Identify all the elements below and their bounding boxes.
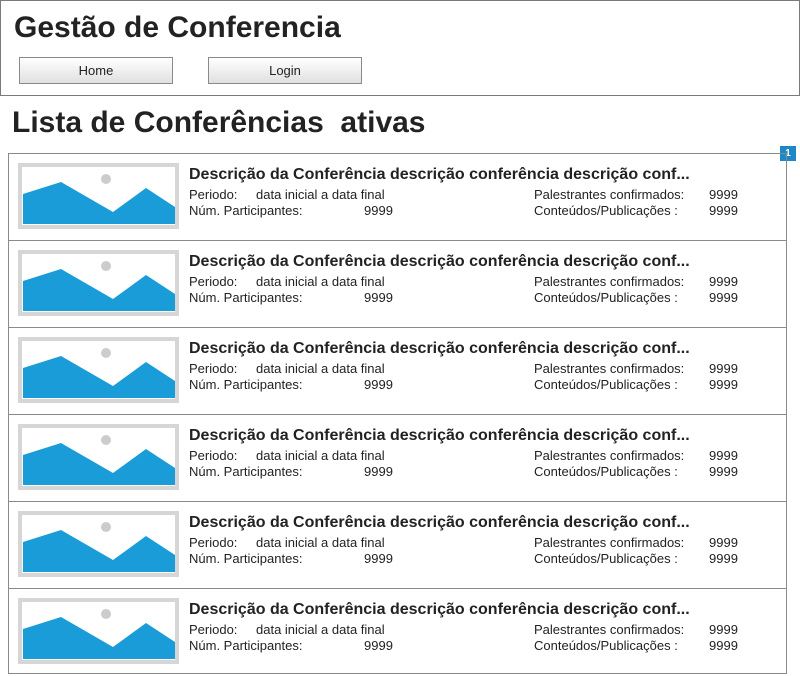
palestrantes-label: Palestrantes confirmados:	[534, 361, 685, 376]
conference-item[interactable]: Descrição da Conferência descrição confe…	[9, 328, 786, 415]
conteudos-label: Conteúdos/Publicações :	[534, 290, 678, 305]
participantes-value: 9999	[364, 551, 393, 566]
conference-description[interactable]: Descrição da Conferência descrição confe…	[189, 601, 759, 619]
conteudos-value: 9999	[709, 464, 738, 479]
participantes-value: 9999	[364, 377, 393, 392]
periodo-label: Periodo:	[189, 535, 238, 550]
periodo-value: data inicial a data final	[256, 622, 385, 637]
conteudos-label: Conteúdos/Publicações :	[534, 203, 678, 218]
conteudos-value: 9999	[709, 377, 738, 392]
palestrantes-value: 9999	[709, 535, 738, 550]
palestrantes-label: Palestrantes confirmados:	[534, 274, 685, 289]
palestrantes-value: 9999	[709, 622, 738, 637]
conference-list: Descrição da Conferência descrição confe…	[8, 153, 787, 674]
participantes-value: 9999	[364, 290, 393, 305]
conference-description[interactable]: Descrição da Conferência descrição confe…	[189, 166, 759, 184]
periodo-label: Periodo:	[189, 448, 238, 463]
participantes-label: Núm. Participantes:	[189, 203, 303, 218]
image-placeholder-icon	[18, 598, 179, 664]
page-title: Lista de Conferências ativas	[12, 106, 426, 139]
conteudos-label: Conteúdos/Publicações :	[534, 377, 678, 392]
participantes-label: Núm. Participantes:	[189, 464, 303, 479]
periodo-value: data inicial a data final	[256, 361, 385, 376]
palestrantes-value: 9999	[709, 187, 738, 202]
conteudos-value: 9999	[709, 638, 738, 653]
participantes-label: Núm. Participantes:	[189, 290, 303, 305]
palestrantes-label: Palestrantes confirmados:	[534, 622, 685, 637]
periodo-label: Periodo:	[189, 361, 238, 376]
periodo-value: data inicial a data final	[256, 274, 385, 289]
conteudos-value: 9999	[709, 203, 738, 218]
participantes-label: Núm. Participantes:	[189, 638, 303, 653]
participantes-value: 9999	[364, 638, 393, 653]
image-placeholder-icon	[18, 424, 179, 490]
image-placeholder-icon	[18, 337, 179, 403]
conference-item[interactable]: Descrição da Conferência descrição confe…	[9, 154, 786, 241]
conference-description[interactable]: Descrição da Conferência descrição confe…	[189, 253, 759, 271]
conference-item[interactable]: Descrição da Conferência descrição confe…	[9, 502, 786, 589]
conference-description[interactable]: Descrição da Conferência descrição confe…	[189, 340, 759, 358]
palestrantes-value: 9999	[709, 361, 738, 376]
image-placeholder-icon	[18, 511, 179, 577]
conference-item[interactable]: Descrição da Conferência descrição confe…	[9, 589, 786, 676]
palestrantes-value: 9999	[709, 274, 738, 289]
conteudos-label: Conteúdos/Publicações :	[534, 551, 678, 566]
image-placeholder-icon	[18, 250, 179, 316]
conference-description[interactable]: Descrição da Conferência descrição confe…	[189, 514, 759, 532]
participantes-value: 9999	[364, 203, 393, 218]
image-placeholder-icon	[18, 163, 179, 229]
periodo-label: Periodo:	[189, 187, 238, 202]
participantes-label: Núm. Participantes:	[189, 377, 303, 392]
app-header: Gestão de Conferencia Home Login	[0, 0, 800, 96]
conference-item[interactable]: Descrição da Conferência descrição confe…	[9, 415, 786, 502]
periodo-value: data inicial a data final	[256, 448, 385, 463]
conteudos-value: 9999	[709, 290, 738, 305]
palestrantes-label: Palestrantes confirmados:	[534, 187, 685, 202]
app-title: Gestão de Conferencia	[14, 11, 341, 44]
palestrantes-label: Palestrantes confirmados:	[534, 535, 685, 550]
conference-item[interactable]: Descrição da Conferência descrição confe…	[9, 241, 786, 328]
conteudos-label: Conteúdos/Publicações :	[534, 464, 678, 479]
periodo-value: data inicial a data final	[256, 535, 385, 550]
periodo-label: Periodo:	[189, 274, 238, 289]
login-button[interactable]: Login	[208, 57, 362, 84]
periodo-value: data inicial a data final	[256, 187, 385, 202]
palestrantes-value: 9999	[709, 448, 738, 463]
palestrantes-label: Palestrantes confirmados:	[534, 448, 685, 463]
conteudos-value: 9999	[709, 551, 738, 566]
periodo-label: Periodo:	[189, 622, 238, 637]
conference-description[interactable]: Descrição da Conferência descrição confe…	[189, 427, 759, 445]
conteudos-label: Conteúdos/Publicações :	[534, 638, 678, 653]
participantes-value: 9999	[364, 464, 393, 479]
home-button[interactable]: Home	[19, 57, 173, 84]
participantes-label: Núm. Participantes:	[189, 551, 303, 566]
